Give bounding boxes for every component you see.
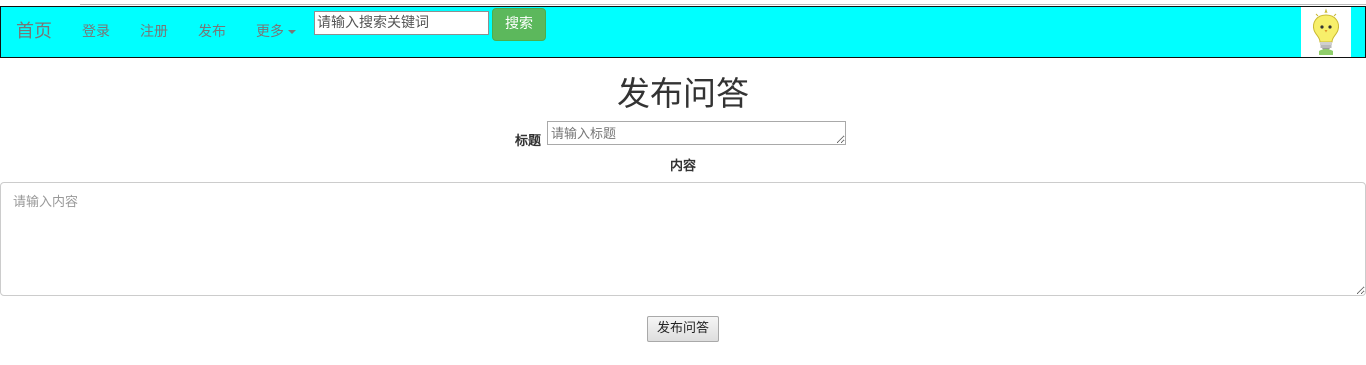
avatar[interactable] xyxy=(1301,7,1351,57)
content-label: 内容 xyxy=(669,159,696,174)
search-input[interactable] xyxy=(314,11,489,35)
search-button[interactable]: 搜索 xyxy=(492,8,546,41)
content-field[interactable] xyxy=(0,182,1366,296)
publish-question-button[interactable]: 发布问答 xyxy=(647,316,719,342)
nav-link-register[interactable]: 注册 xyxy=(140,7,168,57)
nav-link-publish[interactable]: 发布 xyxy=(198,7,226,57)
top-edge-shadow xyxy=(80,0,1366,5)
caret-down-icon xyxy=(288,30,296,34)
nav-link-login[interactable]: 登录 xyxy=(82,7,110,57)
title-field[interactable] xyxy=(547,121,846,145)
title-label: 标题 xyxy=(515,134,542,149)
top-navbar: 首页 登录 注册 发布 更多 搜索 xyxy=(0,6,1366,58)
nav-dropdown-more-label: 更多 xyxy=(256,24,284,40)
nav-dropdown-more[interactable]: 更多 xyxy=(256,7,296,57)
page-title: 发布问答 xyxy=(617,74,749,113)
lightbulb-bird-icon xyxy=(1313,8,1339,55)
nav-brand-home[interactable]: 首页 xyxy=(16,7,52,57)
